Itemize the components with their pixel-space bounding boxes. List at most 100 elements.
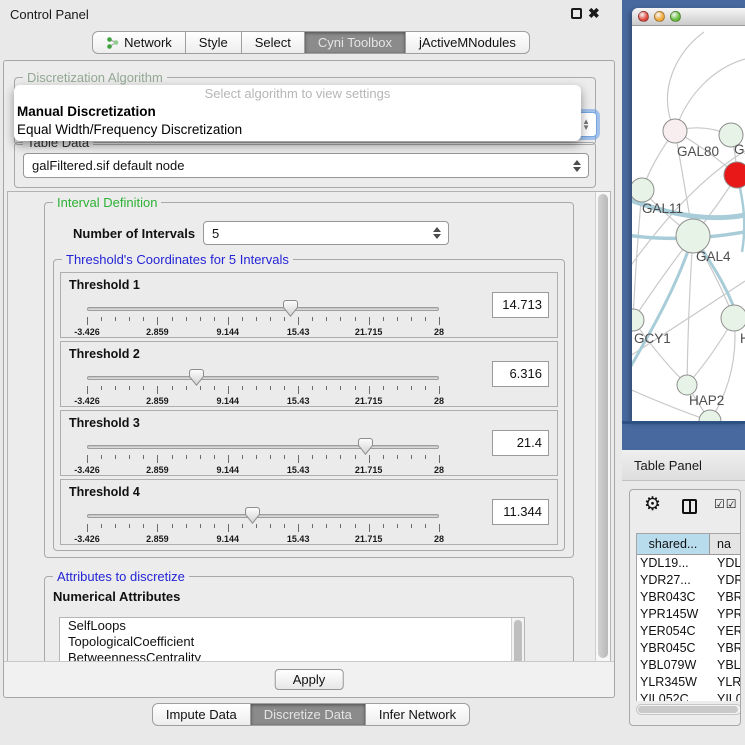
column-header-shared-name[interactable]: shared... xyxy=(637,534,710,555)
cell-shared-name[interactable]: YDL19... xyxy=(637,555,710,572)
scrollbar-thumb[interactable] xyxy=(638,706,738,713)
threshold-value-field[interactable]: 11.344 xyxy=(492,499,549,525)
cell-name[interactable]: YER0 xyxy=(710,623,741,640)
table-settings-gear-icon[interactable]: ⚙ xyxy=(644,493,661,516)
threshold-value-field[interactable]: 21.4 xyxy=(492,430,549,456)
network-node-bottom-node[interactable] xyxy=(699,410,721,421)
table-row[interactable]: YLR345WYLR3 xyxy=(637,674,741,691)
number-of-intervals-combobox[interactable]: 5 xyxy=(203,221,449,245)
threshold-slider[interactable]: -3.4262.8599.14415.4321.71528 xyxy=(87,298,439,338)
table-horizontal-scrollbar[interactable] xyxy=(636,704,741,715)
table-row[interactable]: YER054CYER0 xyxy=(637,623,741,640)
cell-name[interactable]: YPR1 xyxy=(710,606,741,623)
tab-impute-data[interactable]: Impute Data xyxy=(152,703,251,726)
close-icon[interactable]: ✖ xyxy=(588,5,600,22)
network-edge[interactable] xyxy=(633,320,687,385)
node-attribute-table[interactable]: shared... na YDL19...YDL1YDR27...YDR2YBR… xyxy=(636,533,741,701)
network-node-hap2-node[interactable] xyxy=(677,375,697,395)
slider-track[interactable] xyxy=(87,376,439,380)
cell-name[interactable]: YIL0 xyxy=(710,691,741,701)
column-header-name[interactable]: na xyxy=(710,534,741,555)
algorithm-popup-item[interactable]: Manual Discretization xyxy=(14,103,581,121)
slider-handle[interactable] xyxy=(358,438,373,455)
algorithm-popup-item[interactable]: Equal Width/Frequency Discretization xyxy=(14,121,581,139)
attributes-list-scrollbar[interactable] xyxy=(511,618,524,663)
network-edge[interactable] xyxy=(668,32,704,131)
network-view-window[interactable]: GAL80GAGAL11GAL4GCY1HHAP2 xyxy=(632,8,745,421)
threshold-value-field[interactable]: 6.316 xyxy=(492,361,549,387)
table-row[interactable]: YPR145WYPR1 xyxy=(637,606,741,623)
slider-handle[interactable] xyxy=(189,369,204,386)
threshold-slider[interactable]: -3.4262.8599.14415.4321.71528 xyxy=(87,505,439,545)
attribute-list-item[interactable]: SelfLoops xyxy=(60,618,524,634)
slider-track[interactable] xyxy=(87,514,439,518)
cell-shared-name[interactable]: YDR27... xyxy=(637,572,710,589)
split-columns-icon[interactable] xyxy=(682,499,697,514)
mac-zoom-button[interactable] xyxy=(670,11,681,22)
table-row[interactable]: YBR043CYBR0 xyxy=(637,589,741,606)
cell-name[interactable]: YLR3 xyxy=(710,674,741,691)
slider-tick-label: 2.859 xyxy=(146,534,169,544)
slider-tick xyxy=(411,455,412,459)
cell-name[interactable]: YBR0 xyxy=(710,640,741,657)
network-node-gal80-neighbor[interactable] xyxy=(663,119,687,143)
select-columns-icon[interactable]: ☑☑ xyxy=(714,497,738,511)
scrollbar-thumb[interactable] xyxy=(598,194,608,658)
tab-infer-network[interactable]: Infer Network xyxy=(366,703,470,726)
cell-shared-name[interactable]: YLR345W xyxy=(637,674,710,691)
slider-handle[interactable] xyxy=(283,300,298,317)
table-row[interactable]: YBL079WYBL0 xyxy=(637,657,741,674)
attribute-list-item[interactable]: TopologicalCoefficient xyxy=(60,634,524,650)
network-node-gal11-node[interactable] xyxy=(632,178,654,202)
network-node-gal4-node[interactable] xyxy=(676,219,710,253)
slider-tick xyxy=(87,524,88,532)
cell-shared-name[interactable]: YBR045C xyxy=(637,640,710,657)
network-node-gcy1-node[interactable] xyxy=(632,309,644,331)
table-row[interactable]: YBR045CYBR0 xyxy=(637,640,741,657)
numerical-attributes-list[interactable]: SelfLoopsTopologicalCoefficientBetweenne… xyxy=(59,617,525,663)
settings-vertical-scrollbar[interactable] xyxy=(595,192,610,662)
network-node-selected-red-node[interactable] xyxy=(724,162,745,188)
cell-name[interactable]: YBL0 xyxy=(710,657,741,674)
slider-tick xyxy=(228,455,229,463)
tab-cyni-toolbox[interactable]: Cyni Toolbox xyxy=(305,31,406,54)
threshold-slider[interactable]: -3.4262.8599.14415.4321.71528 xyxy=(87,436,439,476)
network-window-titlebar[interactable] xyxy=(632,8,745,26)
threshold-slider[interactable]: -3.4262.8599.14415.4321.71528 xyxy=(87,367,439,407)
apply-button[interactable]: Apply xyxy=(275,669,344,690)
cell-shared-name[interactable]: YIL052C xyxy=(637,691,710,701)
slider-tick xyxy=(214,317,215,321)
table-row[interactable]: YDR27...YDR2 xyxy=(637,572,741,589)
tab-jactivemnodules[interactable]: jActiveMNodules xyxy=(406,31,530,54)
cell-shared-name[interactable]: YER054C xyxy=(637,623,710,640)
tab-select[interactable]: Select xyxy=(242,31,305,54)
network-node-right-h-node[interactable] xyxy=(721,305,745,331)
mac-close-button[interactable] xyxy=(638,11,649,22)
table-row[interactable]: YIL052CYIL0 xyxy=(637,691,741,701)
slider-handle[interactable] xyxy=(245,507,260,524)
network-edge-highlighted[interactable] xyxy=(632,236,693,373)
slider-tick xyxy=(172,455,173,459)
tab-discretize-data[interactable]: Discretize Data xyxy=(251,703,366,726)
cell-shared-name[interactable]: YBL079W xyxy=(637,657,710,674)
scrollbar-thumb[interactable] xyxy=(514,620,522,663)
cell-name[interactable]: YDL1 xyxy=(710,555,741,572)
tab-style[interactable]: Style xyxy=(186,31,242,54)
cell-shared-name[interactable]: YPR145W xyxy=(637,606,710,623)
network-edge[interactable] xyxy=(633,190,642,320)
network-graph-canvas[interactable]: GAL80GAGAL11GAL4GCY1HHAP2 xyxy=(632,26,745,421)
table-data-combobox[interactable]: galFiltered.sif default node xyxy=(23,153,589,178)
float-window-icon[interactable] xyxy=(571,8,582,19)
slider-track[interactable] xyxy=(87,445,439,449)
table-row[interactable]: YDL19...YDL1 xyxy=(637,555,741,572)
network-edge[interactable] xyxy=(687,236,693,385)
cell-name[interactable]: YDR2 xyxy=(710,572,741,589)
network-node-label: HAP2 xyxy=(689,393,724,408)
tab-network[interactable]: Network xyxy=(92,31,186,54)
cell-shared-name[interactable]: YBR043C xyxy=(637,589,710,606)
slider-track[interactable] xyxy=(87,307,439,311)
mac-minimize-button[interactable] xyxy=(654,11,665,22)
cell-name[interactable]: YBR0 xyxy=(710,589,741,606)
threshold-value-field[interactable]: 14.713 xyxy=(492,292,549,318)
network-edge[interactable] xyxy=(675,59,745,131)
